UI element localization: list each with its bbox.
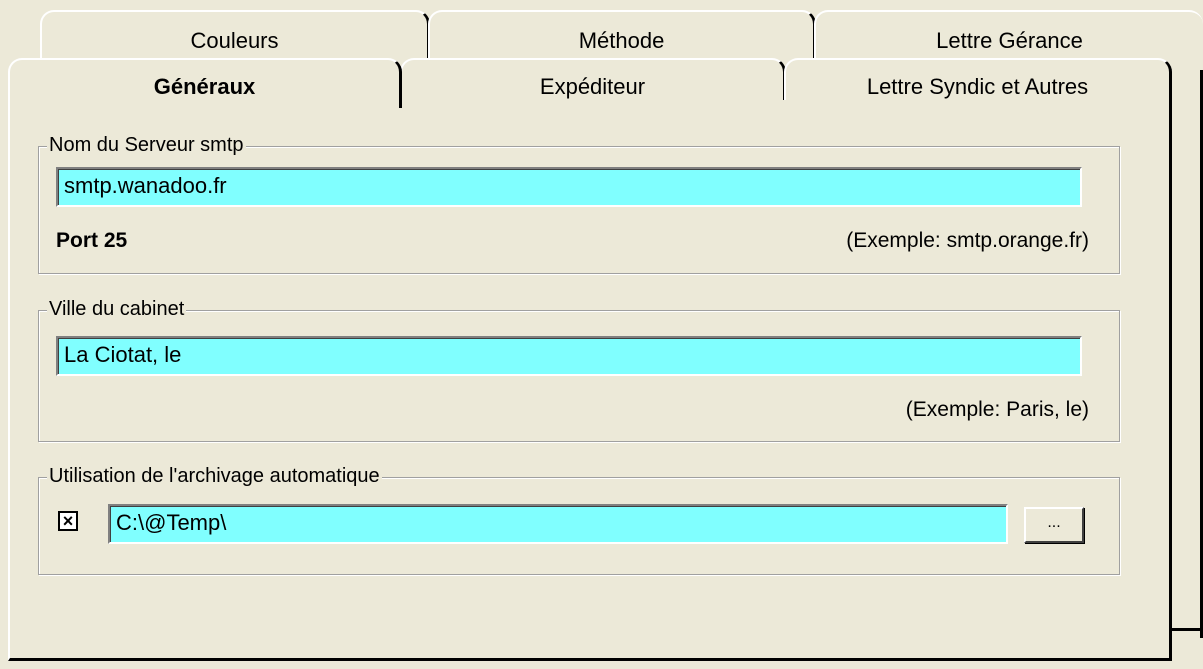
city-legend: Ville du cabinet [47,297,187,321]
smtp-example-text: (Exemple: smtp.orange.fr) [846,229,1089,252]
smtp-server-group: Nom du Serveur smtp smtp.wanadoo.fr Port… [38,133,1120,274]
archive-legend: Utilisation de l'archivage automatique [47,464,382,488]
tab-expediteur-label: Expéditeur [539,74,646,99]
archive-checkbox[interactable]: × [58,511,78,531]
tab-couleurs-label: Couleurs [190,28,279,53]
tab-generaux-label: Généraux [153,74,256,99]
tab-generaux[interactable]: Généraux [8,58,402,108]
tab-expediteur[interactable]: Expéditeur [400,58,786,102]
tab-methode-label: Méthode [578,28,665,53]
tab-page-generaux: Nom du Serveur smtp smtp.wanadoo.fr Port… [8,100,1172,661]
tab-lettre-syndic-label: Lettre Syndic et Autres [866,74,1089,99]
tab-control-edge [1172,60,1203,638]
city-input[interactable]: La Ciotat, le [56,336,1082,376]
tab-lettre-syndic[interactable]: Lettre Syndic et Autres [784,58,1172,102]
smtp-server-legend: Nom du Serveur smtp [47,133,246,157]
tab-lettre-gerance-label: Lettre Gérance [936,28,1083,53]
smtp-port-label: Port 25 [56,229,128,252]
city-group: Ville du cabinet La Ciotat, le (Exemple:… [38,297,1120,442]
smtp-server-input[interactable]: smtp.wanadoo.fr [56,167,1082,207]
browse-button[interactable]: ... [1024,507,1084,543]
tab-control-edge-bottom [1172,628,1203,631]
archive-path-input[interactable]: C:\@Temp\ [108,504,1008,544]
archive-group: Utilisation de l'archivage automatique ×… [38,464,1120,575]
city-example-text: (Exemple: Paris, le) [905,398,1089,421]
